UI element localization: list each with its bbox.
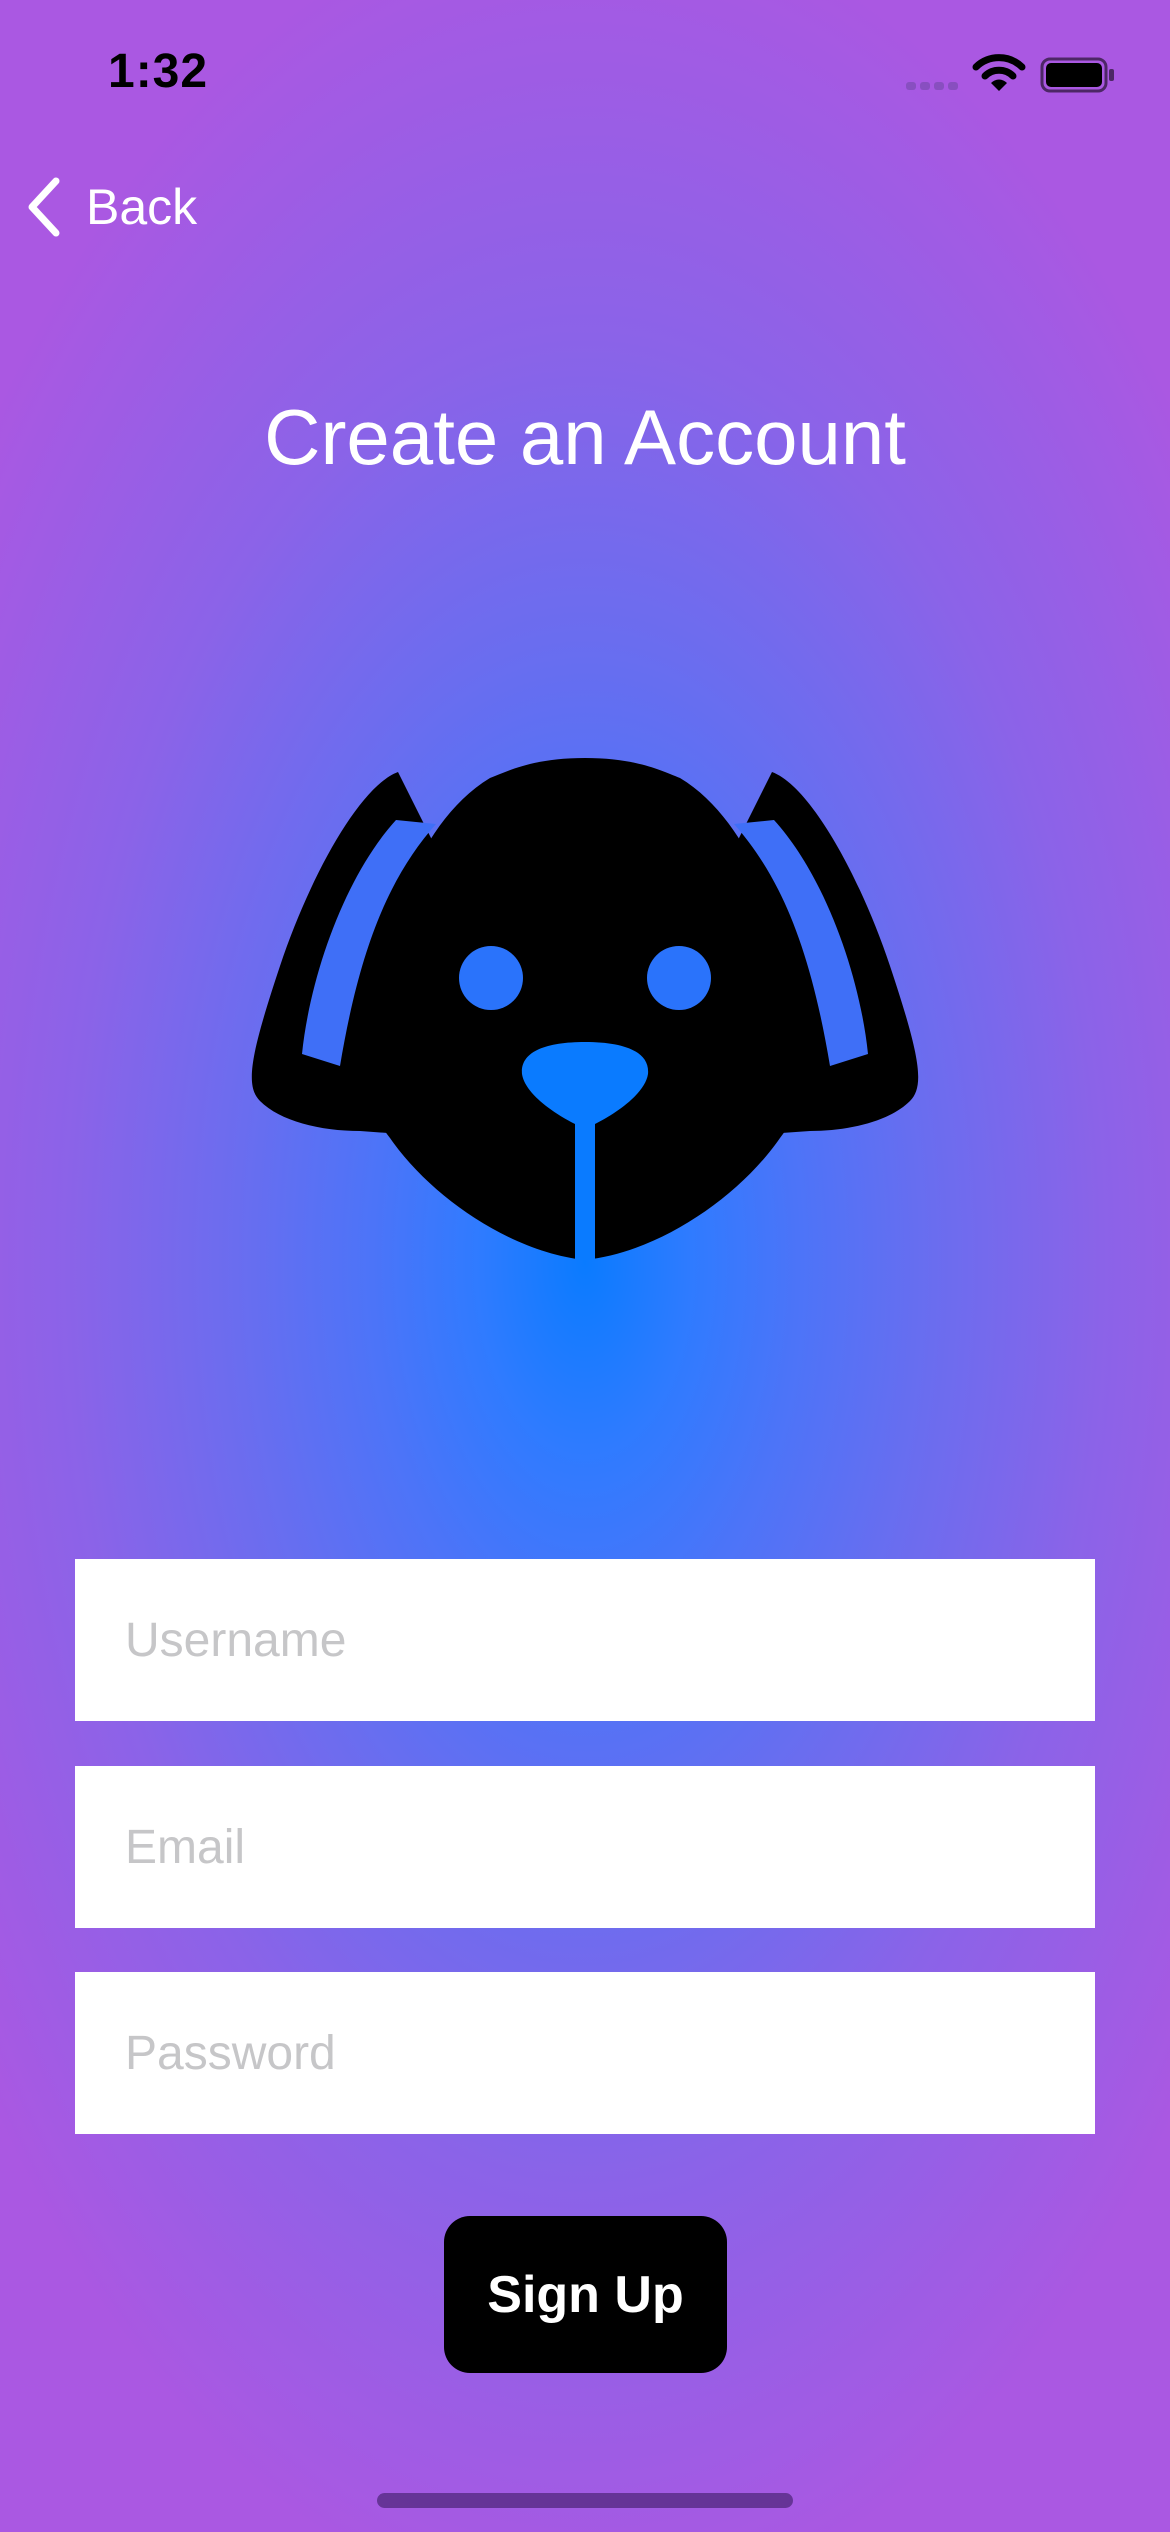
chevron-left-icon: [28, 177, 60, 237]
battery-icon: [1040, 57, 1114, 93]
status-bar: 1:32: [0, 0, 1170, 150]
back-label: Back: [86, 179, 198, 235]
wifi-icon: [972, 54, 1026, 91]
page-title: Create an Account: [264, 393, 906, 481]
home-indicator[interactable]: [377, 2493, 793, 2508]
password-field[interactable]: [75, 1972, 1095, 2134]
dog-face-icon: [251, 758, 919, 1260]
back-button[interactable]: Back: [24, 172, 197, 242]
status-time: 1:32: [108, 45, 209, 98]
cellular-signal-icon: [906, 82, 958, 90]
email-field[interactable]: [75, 1766, 1095, 1928]
sign-up-button[interactable]: Sign Up: [444, 2216, 727, 2373]
username-field[interactable]: [75, 1559, 1095, 1721]
